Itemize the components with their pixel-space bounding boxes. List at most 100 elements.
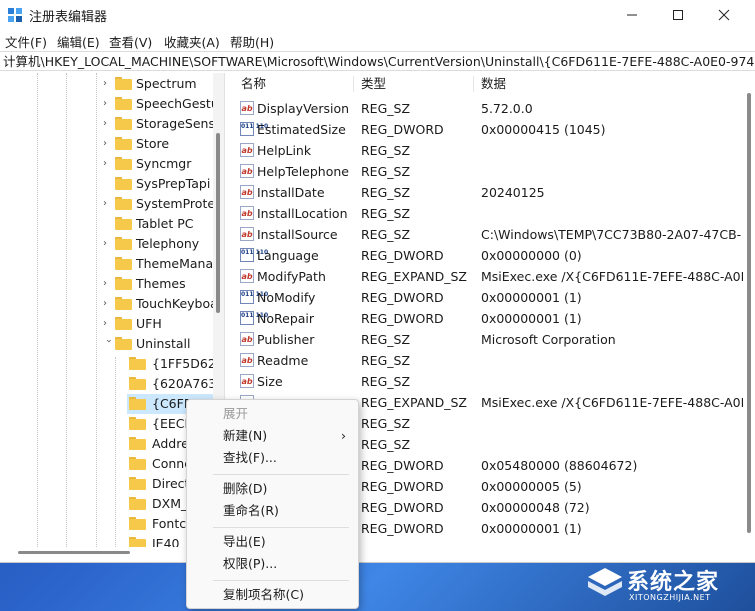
column-header-type[interactable]: 类型 — [361, 73, 386, 95]
string-value-icon: ab — [240, 206, 254, 220]
value-type: REG_DWORD — [361, 248, 444, 263]
value-row[interactable]: ab Size REG_SZ — [233, 371, 743, 392]
value-row[interactable]: 011 110 NoRepair REG_DWORD 0x00000001 (1) — [233, 308, 743, 329]
close-icon — [718, 9, 730, 21]
chevron-right-icon[interactable]: › — [103, 74, 113, 94]
value-row[interactable]: ab HelpTelephone REG_SZ — [233, 161, 743, 182]
value-type: REG_SZ — [361, 416, 411, 431]
value-name: Size — [257, 374, 283, 389]
menu-help[interactable]: 帮助(H) — [230, 32, 274, 51]
menu-item-expand: 展开 — [223, 406, 249, 421]
value-type: REG_SZ — [361, 143, 411, 158]
value-row[interactable]: ab InstallLocation REG_SZ — [233, 203, 743, 224]
menu-edit[interactable]: 编辑(E) — [57, 32, 100, 51]
tree-guide-line — [66, 73, 67, 547]
menu-item-delete[interactable]: 删除(D) — [187, 478, 358, 500]
value-row[interactable]: ab ModifyPath REG_EXPAND_SZ MsiExec.exe /X{… — [233, 266, 743, 287]
folder-icon — [129, 357, 146, 370]
watermark-logo-icon — [588, 568, 622, 596]
chevron-right-icon[interactable]: › — [103, 314, 113, 334]
menu-favorites[interactable]: 收藏夹(A) — [164, 32, 220, 51]
tree-guide-line — [115, 357, 116, 547]
menu-item-permissions[interactable]: 权限(P)... — [187, 553, 358, 575]
value-name: InstallLocation — [257, 206, 348, 221]
value-data: 0x00000001 (1) — [481, 521, 582, 536]
binary-value-icon: 011 110 — [240, 290, 268, 304]
folder-icon — [129, 477, 146, 490]
column-divider[interactable] — [353, 76, 354, 92]
string-value-icon: ab — [240, 332, 254, 346]
value-data: C:\Windows\TEMP\7CC73B80-2A07-47CB- — [481, 227, 742, 242]
value-type: REG_SZ — [361, 101, 411, 116]
tree-scroll-thumb[interactable] — [216, 133, 220, 313]
value-type: REG_SZ — [361, 353, 411, 368]
menu-item-find[interactable]: 查找(F)... — [187, 447, 358, 469]
chevron-right-icon[interactable]: › — [103, 114, 113, 134]
value-row[interactable]: ab InstallSource REG_SZ C:\Windows\TEMP\7CC… — [233, 224, 743, 245]
string-value-icon: ab — [240, 353, 254, 367]
column-header-data[interactable]: 数据 — [481, 73, 506, 95]
tree-hscroll-thumb[interactable] — [18, 551, 130, 554]
value-type: REG_DWORD — [361, 500, 444, 515]
list-vertical-scrollbar[interactable] — [743, 73, 755, 547]
menu-item-copy-key-name[interactable]: 复制项名称(C) — [187, 584, 358, 606]
string-value-icon: ab — [240, 269, 254, 283]
string-value-icon: ab — [240, 164, 254, 178]
column-divider[interactable] — [473, 76, 474, 92]
value-row[interactable]: ab Publisher REG_SZ Microsoft Corporation — [233, 329, 743, 350]
value-name: HelpLink — [257, 143, 312, 158]
chevron-right-icon[interactable]: › — [103, 274, 113, 294]
folder-icon — [129, 417, 146, 430]
folder-icon — [115, 237, 132, 250]
menu-item-rename[interactable]: 重命名(R) — [187, 500, 358, 522]
value-type: REG_DWORD — [361, 122, 444, 137]
chevron-right-icon[interactable]: › — [103, 234, 113, 254]
chevron-right-icon[interactable]: › — [103, 154, 113, 174]
value-row[interactable]: ab InstallDate REG_SZ 20240125 — [233, 182, 743, 203]
list-scroll-thumb[interactable] — [747, 93, 751, 533]
folder-icon — [115, 257, 132, 270]
value-row[interactable]: 011 110 Language REG_DWORD 0x00000000 (0) — [233, 245, 743, 266]
value-row[interactable]: ab Readme REG_SZ — [233, 350, 743, 371]
value-data: 5.72.0.0 — [481, 101, 533, 116]
value-row[interactable]: ab HelpLink REG_SZ — [233, 140, 743, 161]
value-row[interactable]: ab DisplayVersion REG_SZ 5.72.0.0 — [233, 98, 743, 119]
minimize-button[interactable] — [609, 0, 655, 30]
value-data: Microsoft Corporation — [481, 332, 616, 347]
string-value-icon: ab — [240, 374, 254, 388]
binary-value-icon: 011 110 — [240, 248, 268, 262]
value-name: HelpTelephone — [257, 164, 349, 179]
value-data: 20240125 — [481, 185, 545, 200]
folder-icon — [115, 197, 132, 210]
chevron-right-icon[interactable]: › — [103, 294, 113, 314]
column-header-name[interactable]: 名称 — [241, 73, 266, 95]
folder-icon — [129, 497, 146, 510]
menu-item-new[interactable]: 新建(N) › — [187, 425, 358, 447]
close-button[interactable] — [701, 0, 747, 30]
folder-icon — [115, 177, 132, 190]
chevron-right-icon[interactable]: › — [103, 194, 113, 214]
menu-view[interactable]: 查看(V) — [109, 32, 152, 51]
menu-item-export[interactable]: 导出(E) — [187, 531, 358, 553]
menu-separator — [213, 474, 349, 475]
chevron-right-icon[interactable]: › — [103, 94, 113, 114]
value-type: REG_SZ — [361, 164, 411, 179]
menu-file[interactable]: 文件(F) — [5, 32, 47, 51]
folder-icon — [129, 397, 146, 410]
tree-guide-line — [96, 73, 97, 547]
registry-editor-window: 注册表编辑器 文件(F) 编辑(E) 查看(V) 收藏夹(A) 帮助(H) 计算… — [0, 0, 755, 563]
watermark: 系统之家 XITONGZHIJIA.NET — [587, 561, 747, 607]
value-type: REG_DWORD — [361, 521, 444, 536]
tree-horizontal-scrollbar[interactable] — [0, 547, 213, 559]
title-bar: 注册表编辑器 — [0, 0, 755, 30]
value-name: Language — [257, 248, 319, 263]
value-name: InstallSource — [257, 227, 338, 242]
string-value-icon: ab — [240, 101, 254, 115]
value-row[interactable]: 011 110 EstimatedSize REG_DWORD 0x00000415 … — [233, 119, 743, 140]
value-data: 0x00000000 (0) — [481, 248, 582, 263]
value-row[interactable]: 011 110 NoModify REG_DWORD 0x00000001 (1) — [233, 287, 743, 308]
address-bar[interactable]: 计算机\HKEY_LOCAL_MACHINE\SOFTWARE\Microsof… — [0, 51, 755, 71]
chevron-right-icon[interactable]: › — [103, 134, 113, 154]
value-name: NoRepair — [257, 311, 315, 326]
maximize-button[interactable] — [655, 0, 701, 30]
